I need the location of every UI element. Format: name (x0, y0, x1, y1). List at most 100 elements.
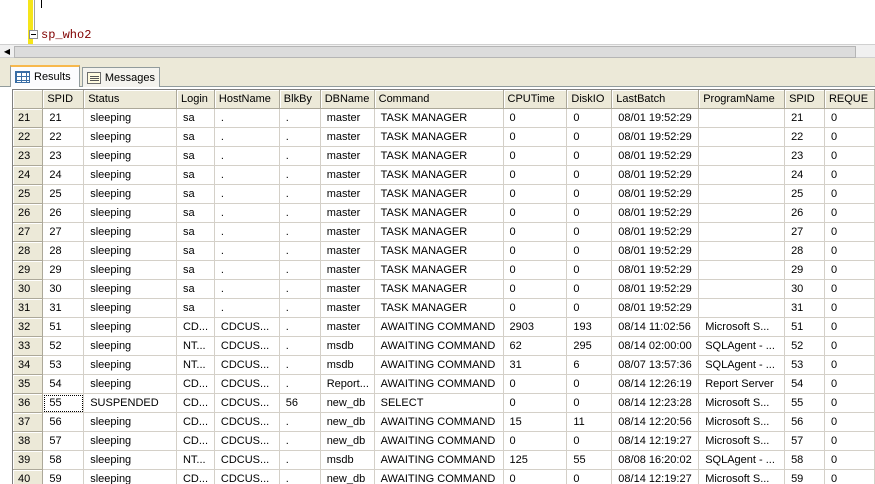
cell-command[interactable]: TASK MANAGER (374, 127, 504, 147)
cell-command[interactable]: TASK MANAGER (374, 108, 504, 128)
cell-status[interactable]: SUSPENDED (83, 393, 177, 413)
cell-dbname[interactable]: master (320, 279, 375, 299)
cell-command[interactable]: TASK MANAGER (374, 184, 504, 204)
cell-dbname[interactable]: master (320, 317, 375, 337)
cell-login[interactable]: sa (176, 260, 215, 280)
cell-spid[interactable]: 22 (784, 127, 825, 147)
table-row[interactable]: 21 21 sleeping sa.. master TASK MANAGER 0 0 08/0… (13, 108, 875, 128)
cell-blkby[interactable]: . (279, 279, 321, 299)
cell-dbname[interactable]: master (320, 222, 375, 242)
cell-login[interactable]: CD... (176, 374, 215, 394)
cell-command[interactable]: TASK MANAGER (374, 146, 504, 166)
cell-status[interactable]: sleeping (83, 260, 177, 280)
table-row[interactable]: 38 57 sleeping CD... CDCUS.... new_db AWAITING… (13, 431, 875, 451)
cell-hostname[interactable]: . (214, 127, 280, 147)
cell-reque[interactable]: 0 (824, 336, 875, 356)
tab-messages[interactable]: Messages (82, 67, 160, 87)
cell-cputime[interactable]: 15 (503, 412, 568, 432)
column-header-cputime[interactable]: CPUTime (503, 90, 568, 109)
cell-hostname[interactable]: . (214, 279, 280, 299)
row-number[interactable]: 38 (13, 431, 44, 451)
row-number[interactable]: 24 (13, 165, 44, 185)
cell-lastbatch[interactable]: 08/14 02:00:00 (611, 336, 700, 356)
row-number[interactable]: 40 (13, 469, 44, 484)
cell-diskio[interactable]: 55 (566, 450, 613, 470)
row-number[interactable]: 30 (13, 279, 44, 299)
cell-blkby[interactable]: . (279, 260, 321, 280)
cell-blkby[interactable]: . (279, 336, 321, 356)
table-row[interactable]: 27 27 sleeping sa.. master TASK MANAGER 0 0 08/0… (13, 222, 875, 242)
cell-hostname[interactable]: CDCUS... (214, 393, 280, 413)
cell-login[interactable]: sa (176, 184, 215, 204)
cell-command[interactable]: AWAITING COMMAND (374, 355, 504, 375)
cell-lastbatch[interactable]: 08/01 19:52:29 (611, 241, 700, 261)
cell-login[interactable]: sa (176, 127, 215, 147)
cell-spid[interactable]: 31 (42, 298, 85, 318)
cell-blkby[interactable]: . (279, 469, 321, 484)
row-number[interactable]: 39 (13, 450, 44, 470)
cell-programname[interactable] (698, 222, 786, 242)
row-number[interactable]: 23 (13, 146, 44, 166)
cell-dbname[interactable]: master (320, 127, 375, 147)
cell-programname[interactable] (698, 279, 786, 299)
cell-status[interactable]: sleeping (83, 127, 177, 147)
table-row[interactable]: 32 51 sleeping CD... CDCUS.... master AWAITING… (13, 317, 875, 337)
results-grid[interactable]: SPID Status Login HostName BlkBy DBName Comman… (12, 89, 875, 484)
cell-programname[interactable]: Microsoft S... (698, 412, 786, 432)
cell-spid[interactable]: 52 (784, 336, 825, 356)
cell-cputime[interactable]: 0 (503, 184, 568, 204)
cell-command[interactable]: TASK MANAGER (374, 298, 504, 318)
column-header-hostname[interactable]: HostName (214, 90, 280, 109)
cell-reque[interactable]: 0 (824, 431, 875, 451)
cell-cputime[interactable]: 0 (503, 241, 568, 261)
table-row[interactable]: 36 55 SUSPENDED CD... CDCUS... 56 new_db SELECT… (13, 393, 875, 413)
cell-spid[interactable]: 57 (784, 431, 825, 451)
cell-spid[interactable]: 21 (42, 108, 85, 128)
row-number[interactable]: 31 (13, 298, 44, 318)
cell-spid[interactable]: 59 (42, 469, 85, 484)
cell-lastbatch[interactable]: 08/07 13:57:36 (611, 355, 700, 375)
cell-diskio[interactable]: 0 (566, 146, 613, 166)
cell-dbname[interactable]: master (320, 241, 375, 261)
cell-programname[interactable]: Microsoft S... (698, 317, 786, 337)
cell-diskio[interactable]: 0 (566, 374, 613, 394)
cell-programname[interactable]: SQLAgent - ... (698, 450, 786, 470)
cell-lastbatch[interactable]: 08/08 16:20:02 (611, 450, 700, 470)
cell-hostname[interactable]: . (214, 222, 280, 242)
cell-hostname[interactable]: . (214, 184, 280, 204)
cell-spid[interactable]: 30 (42, 279, 85, 299)
cell-cputime[interactable]: 0 (503, 127, 568, 147)
cell-cputime[interactable]: 0 (503, 108, 568, 128)
cell-spid[interactable]: 58 (784, 450, 825, 470)
cell-cputime[interactable]: 0 (503, 146, 568, 166)
cell-spid[interactable]: 53 (42, 355, 85, 375)
cell-command[interactable]: AWAITING COMMAND (374, 336, 504, 356)
cell-login[interactable]: NT... (176, 336, 215, 356)
cell-lastbatch[interactable]: 08/01 19:52:29 (611, 184, 700, 204)
cell-blkby[interactable]: . (279, 127, 321, 147)
cell-spid[interactable]: 52 (42, 336, 85, 356)
cell-dbname[interactable]: new_db (320, 393, 375, 413)
cell-diskio[interactable]: 0 (566, 469, 613, 484)
cell-status[interactable]: sleeping (83, 108, 177, 128)
column-header-diskio[interactable]: DiskIO (566, 90, 613, 109)
cell-lastbatch[interactable]: 08/14 11:02:56 (611, 317, 700, 337)
cell-lastbatch[interactable]: 08/01 19:52:29 (611, 127, 700, 147)
cell-status[interactable]: sleeping (83, 431, 177, 451)
cell-status[interactable]: sleeping (83, 450, 177, 470)
cell-status[interactable]: sleeping (83, 374, 177, 394)
cell-hostname[interactable]: CDCUS... (214, 469, 280, 484)
cell-reque[interactable]: 0 (824, 393, 875, 413)
cell-dbname[interactable]: Report... (320, 374, 375, 394)
cell-reque[interactable]: 0 (824, 203, 875, 223)
table-row[interactable]: 29 29 sleeping sa.. master TASK MANAGER 0 0 08/0… (13, 260, 875, 280)
cell-cputime[interactable]: 0 (503, 279, 568, 299)
cell-diskio[interactable]: 0 (566, 279, 613, 299)
table-row[interactable]: 24 24 sleeping sa.. master TASK MANAGER 0 0 08/0… (13, 165, 875, 185)
cell-spid[interactable]: 55 (784, 393, 825, 413)
row-number[interactable]: 25 (13, 184, 44, 204)
cell-reque[interactable]: 0 (824, 412, 875, 432)
cell-login[interactable]: sa (176, 241, 215, 261)
table-row[interactable]: 31 31 sleeping sa.. master TASK MANAGER 0 0 08/0… (13, 298, 875, 318)
cell-diskio[interactable]: 0 (566, 222, 613, 242)
